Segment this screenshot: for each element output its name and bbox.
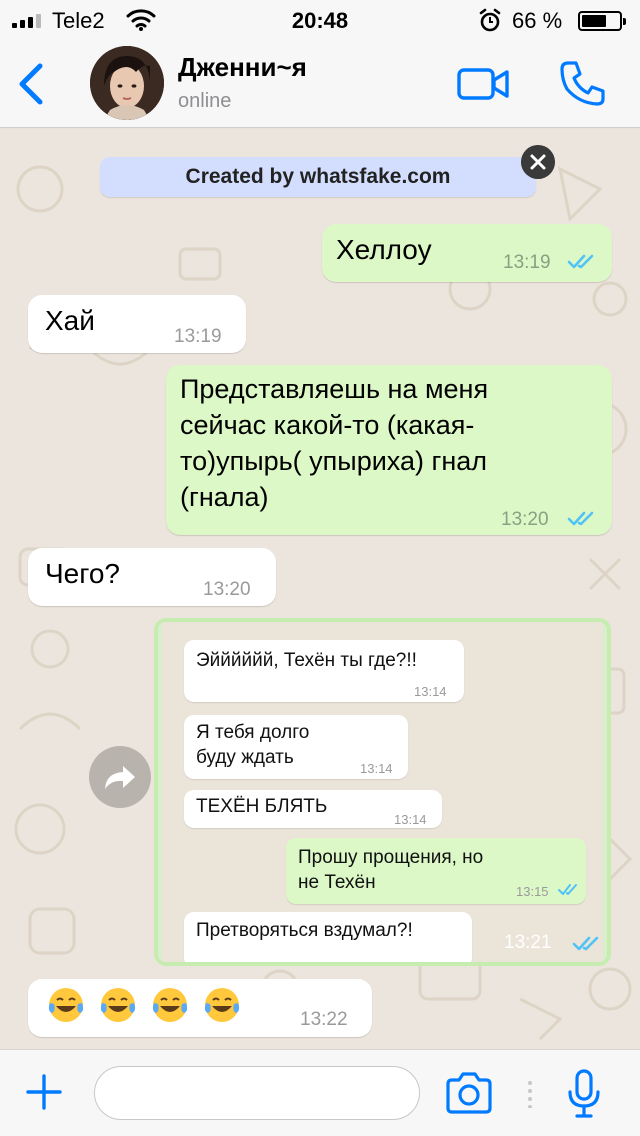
message-input-bar [0,1049,640,1136]
chat-area[interactable]: Created by whatsfake.com Хеллоу 13:19 Ха… [0,129,640,1049]
message-time: 13:21 [504,932,552,953]
tears-of-joy-emoji [48,988,84,1022]
outgoing-message[interactable]: Представляешь на меня сейчас какой-то (к… [166,365,612,535]
forward-icon [105,766,135,789]
read-ticks-icon [572,936,599,951]
camera-icon[interactable] [444,1070,494,1116]
incoming-message[interactable]: Чего? 13:20 [28,548,276,606]
contact-name[interactable]: Дженни~я [178,52,307,83]
screenshot-time: 13:14 [360,761,393,776]
alarm-icon [479,8,501,32]
battery-icon [578,11,626,31]
emoji-row [46,985,242,1025]
back-chevron-icon[interactable] [14,62,54,106]
close-icon[interactable] [521,145,555,179]
message-time: 13:19 [174,326,222,347]
screenshot-text: Я тебя долго буду ждать [196,722,310,768]
tears-of-joy-emoji [204,988,240,1022]
avatar[interactable] [90,46,164,120]
read-ticks-icon [567,254,594,269]
contact-status: online [178,90,232,112]
outgoing-message[interactable]: Хеллоу 13:19 [322,224,612,282]
screenshot-incoming-bubble: Эйййййй, Техён ты где?!! 13:14 [184,640,464,702]
image-message[interactable]: Эйййййй, Техён ты где?!! 13:14 Я тебя до… [154,618,611,966]
screenshot-text: Претворяться вздумал?! [196,920,413,941]
message-input[interactable] [94,1066,420,1120]
video-call-icon[interactable] [456,64,510,104]
forward-button[interactable] [89,746,151,808]
screenshot-text: ТЕХЁН БЛЯТЬ [196,796,328,817]
screenshot-time: 13:14 [414,684,447,699]
screenshot-text: Эйййййй, Техён ты где?!! [196,650,417,671]
plus-icon[interactable] [22,1070,66,1114]
message-time: 13:22 [300,1009,348,1030]
chat-header: Дженни~я online [0,40,640,128]
read-ticks-icon [558,884,577,895]
battery-percentage: 66 % [512,8,563,33]
message-time: 13:20 [501,509,549,530]
phone-icon[interactable] [558,58,608,108]
read-ticks-icon [567,511,594,526]
tears-of-joy-emoji [100,988,136,1022]
screenshot-outgoing-bubble: Прошу прощения, но не Техён 13:15 [286,838,586,904]
tears-of-joy-emoji [152,988,188,1022]
status-bar: Tele2 20:48 66 % [0,0,640,40]
screenshot-text: Прошу прощения, но не Техён [298,847,484,893]
message-text: Представляешь на меня сейчас какой-то (к… [180,374,489,512]
screenshot-image: Эйййййй, Техён ты где?!! 13:14 Я тебя до… [162,622,603,962]
watermark-banner: Created by whatsfake.com [100,157,536,197]
screenshot-time: 13:14 [394,812,427,827]
microphone-icon[interactable] [566,1068,602,1120]
screenshot-incoming-bubble: Я тебя долго буду ждать 13:14 [184,715,408,779]
message-time: 13:19 [503,252,551,273]
screenshot-incoming-bubble: Претворяться вздумал?! [184,912,472,962]
message-text: Чего? [45,558,120,589]
separator-dots [528,1081,532,1108]
screenshot-incoming-bubble: ТЕХЁН БЛЯТЬ 13:14 [184,790,442,828]
message-time: 13:20 [203,579,251,600]
screenshot-time: 13:15 [516,884,549,899]
message-text: Хай [45,305,95,336]
message-text: Хеллоу [336,234,432,265]
incoming-message[interactable]: Хай 13:19 [28,295,246,353]
